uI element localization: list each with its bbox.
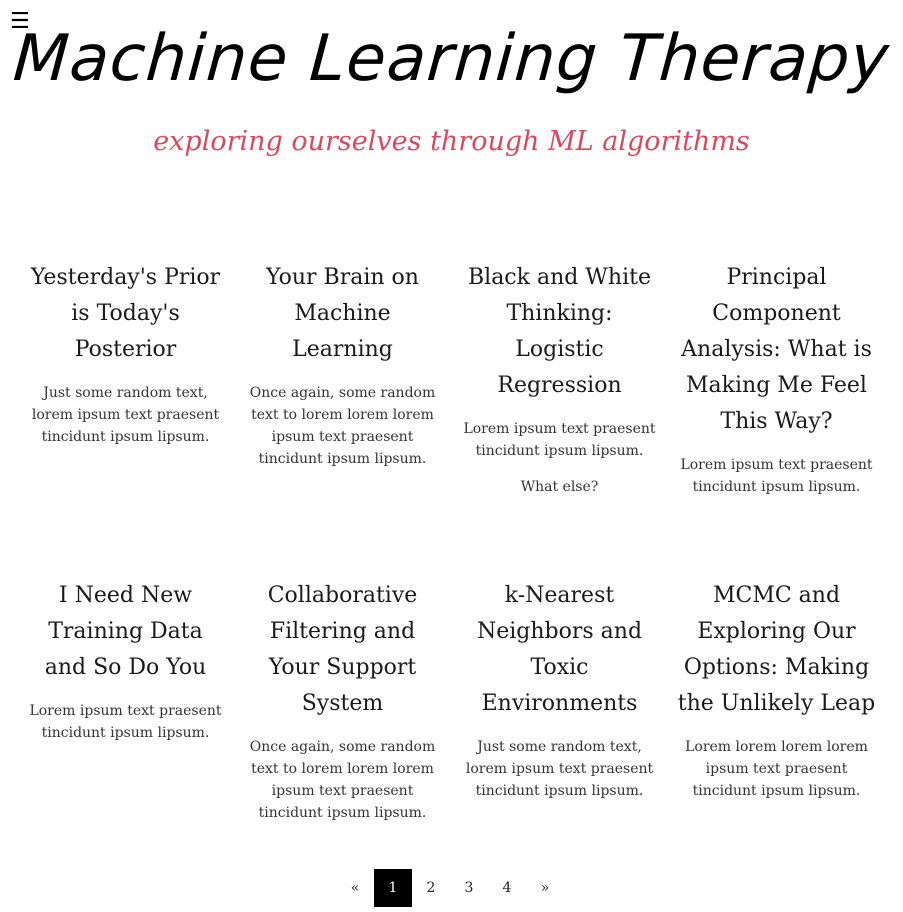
site-title: Machine Learning Therapy (11, 22, 892, 96)
post-title-link[interactable]: Yesterday's Prior is Today's Posterior (25, 260, 226, 368)
post-excerpt: Once again, some random text to lorem lo… (249, 739, 436, 821)
post-title-link[interactable]: Your Brain on Machine Learning (242, 260, 443, 368)
post-excerpt: Just some random text, lorem ipsum text … (31, 385, 220, 445)
post-excerpt: Lorem ipsum text praesent tincidunt ipsu… (680, 457, 873, 495)
pagination-prev[interactable]: « (336, 869, 374, 907)
post-card: Yesterday's Prior is Today's Posterior J… (17, 260, 234, 578)
post-title-link[interactable]: k-Nearest Neighbors and Toxic Environmen… (459, 578, 660, 722)
post-title-link[interactable]: Collaborative Filtering and Your Support… (242, 578, 443, 722)
post-card: Collaborative Filtering and Your Support… (234, 578, 451, 848)
post-excerpt: Lorem ipsum text praesent tincidunt ipsu… (29, 703, 222, 741)
site-subtitle: exploring ourselves through ML algorithm… (153, 126, 750, 157)
post-excerpt: Lorem ipsum text praesent tincidunt ipsu… (463, 421, 656, 459)
post-excerpt: Just some random text, lorem ipsum text … (465, 739, 654, 799)
post-title-link[interactable]: Principal Component Analysis: What is Ma… (676, 260, 877, 440)
pagination-page-4[interactable]: 4 (488, 869, 526, 907)
post-excerpt: Once again, some random text to lorem lo… (249, 385, 436, 467)
pagination: « 1 2 3 4 » (336, 869, 564, 907)
post-title-link[interactable]: MCMC and Exploring Our Options: Making t… (676, 578, 877, 722)
pagination-next[interactable]: » (526, 869, 564, 907)
post-extra-text: What else? (520, 479, 599, 495)
pagination-page-2[interactable]: 2 (412, 869, 450, 907)
pagination-page-1[interactable]: 1 (374, 869, 412, 907)
post-card: Principal Component Analysis: What is Ma… (668, 260, 885, 578)
post-card: Your Brain on Machine Learning Once agai… (234, 260, 451, 578)
pagination-page-3[interactable]: 3 (450, 869, 488, 907)
post-card: Black and White Thinking: Logistic Regre… (451, 260, 668, 578)
post-card: MCMC and Exploring Our Options: Making t… (668, 578, 885, 848)
post-title-link[interactable]: Black and White Thinking: Logistic Regre… (459, 260, 660, 404)
post-excerpt: Lorem lorem lorem lorem ipsum text praes… (685, 739, 868, 799)
post-grid: Yesterday's Prior is Today's Posterior J… (17, 260, 887, 848)
post-card: k-Nearest Neighbors and Toxic Environmen… (451, 578, 668, 848)
post-title-link[interactable]: I Need New Training Data and So Do You (25, 578, 226, 686)
post-card: I Need New Training Data and So Do You L… (17, 578, 234, 848)
